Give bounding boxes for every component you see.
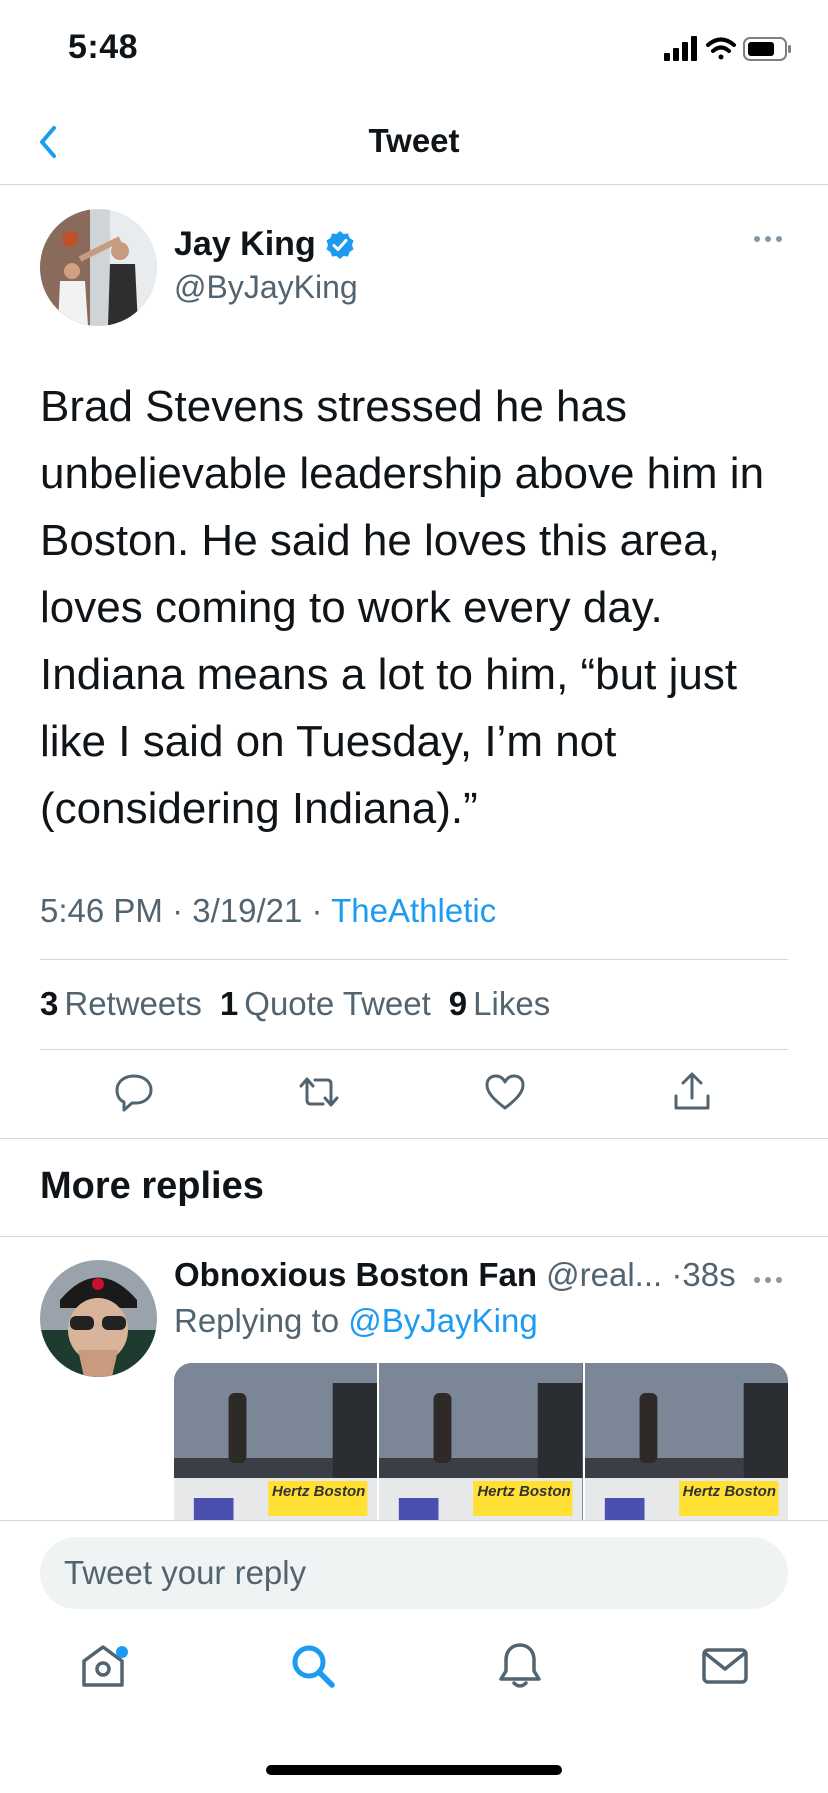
media-sign-text: Hertz Boston <box>272 1483 366 1500</box>
reply-time: ·38s <box>671 1256 736 1293</box>
share-icon[interactable] <box>670 1070 714 1114</box>
meta-separator: · <box>172 892 184 929</box>
author-name-row: Jay King <box>174 225 356 264</box>
home-indicator <box>266 1765 562 1775</box>
author-handle[interactable]: @ByJayKing <box>174 269 358 306</box>
replying-to-label: Replying to <box>174 1302 340 1339</box>
verified-badge-icon <box>326 230 354 259</box>
meta-separator: · <box>311 892 323 929</box>
notifications-icon[interactable] <box>493 1639 547 1693</box>
media-sign-text: Hertz Boston <box>477 1483 571 1500</box>
quotes-label: Quote Tweet <box>244 985 431 1022</box>
status-time: 5:48 <box>68 28 139 66</box>
search-icon[interactable] <box>286 1639 340 1693</box>
signal-icon <box>664 36 697 61</box>
tweet-actions <box>0 1050 828 1138</box>
more-replies-heading: More replies <box>40 1165 264 1207</box>
bottom-bar <box>0 1520 828 1793</box>
wifi-icon <box>706 37 736 60</box>
more-icon[interactable] <box>752 233 784 245</box>
section-divider <box>0 1236 828 1237</box>
tweet-text: Brad Stevens stressed he has unbelievabl… <box>40 382 765 833</box>
reply-author-name[interactable]: Obnoxious Boston Fan <box>174 1256 537 1293</box>
tweet-date: 3/19/21 <box>192 892 303 929</box>
retweets-label: Retweets <box>64 985 202 1022</box>
tweet-meta: 5:46 PM · 3/19/21 · TheAthletic <box>40 892 496 930</box>
messages-icon[interactable] <box>698 1639 752 1693</box>
retweet-icon[interactable] <box>297 1070 341 1114</box>
reply-author-handle[interactable]: @real... <box>546 1256 662 1293</box>
battery-icon <box>743 37 791 61</box>
reply-header: Obnoxious Boston Fan @real... ·38s <box>174 1256 736 1294</box>
quotes-count: 1 <box>219 985 239 1022</box>
quotes-stat[interactable]: 1 Quote Tweet <box>220 985 431 1023</box>
likes-stat[interactable]: 9 Likes <box>449 985 550 1023</box>
reply-icon[interactable] <box>112 1070 156 1114</box>
likes-label: Likes <box>473 985 551 1022</box>
status-bar: 5:48 <box>0 0 828 100</box>
tweet-stats: 3 Retweets 1 Quote Tweet 9 Likes <box>40 985 550 1023</box>
replying-to: Replying to @ByJayKing <box>174 1302 538 1340</box>
reply-avatar[interactable] <box>40 1260 157 1377</box>
author-avatar[interactable] <box>40 209 157 326</box>
retweets-stat[interactable]: 3 Retweets <box>40 985 202 1023</box>
status-icons <box>664 36 791 61</box>
reply-input[interactable] <box>40 1537 788 1609</box>
nav-bar: Tweet <box>0 100 828 185</box>
page-title: Tweet <box>368 122 460 159</box>
retweets-count: 3 <box>40 985 59 1022</box>
tweet-source-link[interactable]: TheAthletic <box>331 892 496 929</box>
more-icon[interactable] <box>752 1274 784 1286</box>
likes-count: 9 <box>448 985 468 1022</box>
tweet-time: 5:46 PM <box>40 892 163 929</box>
like-icon[interactable] <box>483 1070 527 1114</box>
media-sign-text: Hertz Boston <box>682 1483 776 1500</box>
divider <box>40 959 788 960</box>
section-divider <box>0 1138 828 1139</box>
replying-to-handle[interactable]: @ByJayKing <box>348 1302 537 1339</box>
home-notification-dot <box>116 1646 128 1658</box>
author-name[interactable]: Jay King <box>174 225 316 264</box>
